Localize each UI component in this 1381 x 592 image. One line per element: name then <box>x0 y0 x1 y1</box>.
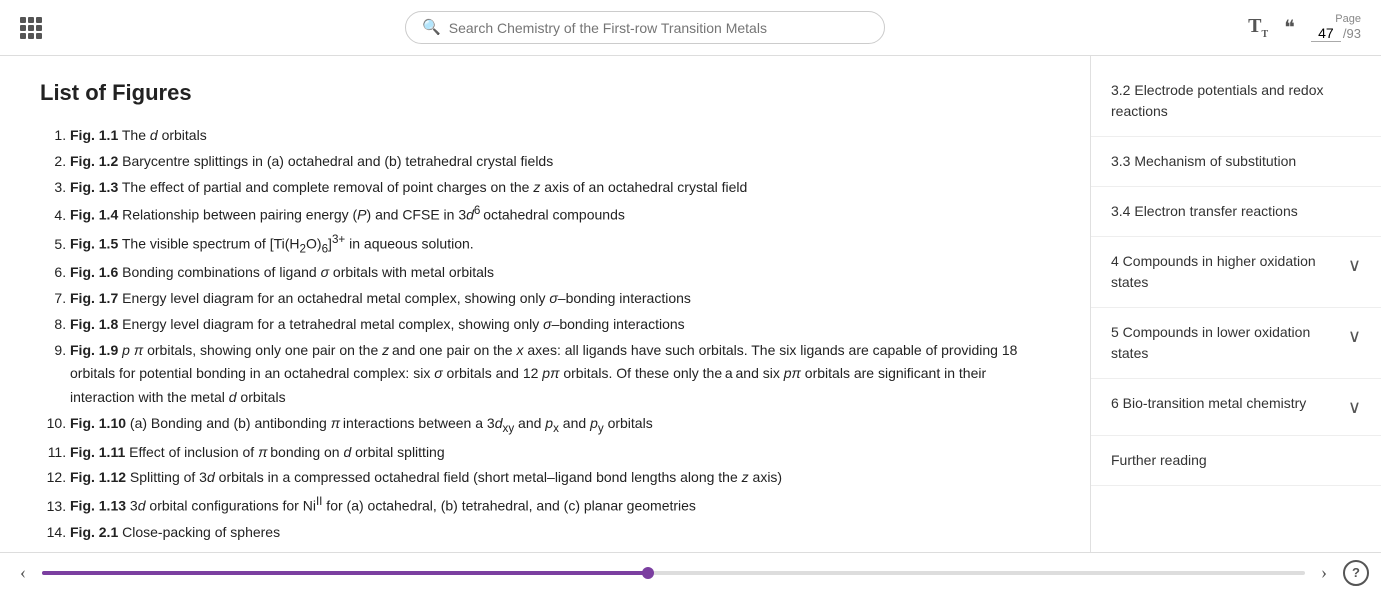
list-item: Fig. 1.4 Relationship between pairing en… <box>70 201 1050 227</box>
font-size-icon[interactable]: TT <box>1248 15 1268 40</box>
sidebar-label: Further reading <box>1111 450 1361 471</box>
help-button[interactable]: ? <box>1343 560 1369 586</box>
figures-list: Fig. 1.1 The d orbitalsFig. 1.2 Barycent… <box>40 124 1050 552</box>
page-total: /93 <box>1343 26 1361 41</box>
sidebar-item-section-3-3[interactable]: 3.3 Mechanism of substitution <box>1091 137 1381 187</box>
prev-arrow[interactable]: ‹ <box>12 562 34 583</box>
list-item: Fig. 2.1 Close-packing of spheres <box>70 521 1050 545</box>
page-title: List of Figures <box>40 80 1050 106</box>
sidebar-item-section-5[interactable]: 5 Compounds in lower oxidation states ∨ <box>1091 308 1381 379</box>
progress-thumb <box>642 567 654 579</box>
list-item: Fig. 1.9 p π orbitals, showing only one … <box>70 339 1050 410</box>
sidebar: 3.2 Electrode potentials and redox react… <box>1091 56 1381 552</box>
list-item: Fig. 1.13 3d orbital configurations for … <box>70 492 1050 518</box>
list-item: Fig. 1.6 Bonding combinations of ligand … <box>70 261 1050 285</box>
search-input[interactable] <box>449 20 868 36</box>
top-bar-right: TT ❝ Page /93 <box>1248 13 1361 42</box>
top-bar: 🔍 TT ❝ Page /93 <box>0 0 1381 56</box>
page-label: Page <box>1335 13 1361 25</box>
list-item: Fig. 1.2 Barycentre splittings in (a) oc… <box>70 150 1050 174</box>
search-bar[interactable]: 🔍 <box>405 11 885 44</box>
sidebar-item-section-6[interactable]: 6 Bio-transition metal chemistry ∨ <box>1091 379 1381 436</box>
list-item: Fig. 1.3 The effect of partial and compl… <box>70 176 1050 200</box>
main-layout: List of Figures Fig. 1.1 The d orbitalsF… <box>0 56 1381 552</box>
sidebar-item-section-4[interactable]: 4 Compounds in higher oxidation states ∨ <box>1091 237 1381 308</box>
sidebar-item-section-further[interactable]: Further reading <box>1091 436 1381 486</box>
sidebar-label: 3.3 Mechanism of substitution <box>1111 151 1361 172</box>
page-number-input[interactable] <box>1311 25 1341 42</box>
next-arrow[interactable]: › <box>1313 562 1335 583</box>
sidebar-label: 3.2 Electrode potentials and redox react… <box>1111 80 1361 122</box>
list-item: Fig. 1.10 (a) Bonding and (b) antibondin… <box>70 412 1050 439</box>
search-icon: 🔍 <box>422 18 441 37</box>
page-info: Page /93 <box>1311 13 1361 42</box>
chevron-down-icon: ∨ <box>1348 323 1361 350</box>
chevron-down-icon: ∨ <box>1348 252 1361 279</box>
quote-icon[interactable]: ❝ <box>1284 15 1295 40</box>
list-item: Fig. 1.1 The d orbitals <box>70 124 1050 148</box>
content-area[interactable]: List of Figures Fig. 1.1 The d orbitalsF… <box>0 56 1091 552</box>
sidebar-label: 3.4 Electron transfer reactions <box>1111 201 1361 222</box>
list-item: Fig. 1.8 Energy level diagram for a tetr… <box>70 313 1050 337</box>
progress-fill <box>42 571 648 575</box>
bottom-bar: ‹ › ? <box>0 552 1381 592</box>
progress-bar[interactable] <box>42 571 1305 575</box>
list-item: Fig. 1.11 Effect of inclusion of π bondi… <box>70 441 1050 465</box>
sidebar-item-section-3-4[interactable]: 3.4 Electron transfer reactions <box>1091 187 1381 237</box>
list-item: Fig. 1.12 Splitting of 3d orbitals in a … <box>70 466 1050 490</box>
top-bar-left <box>20 17 42 39</box>
sidebar-label: 5 Compounds in lower oxidation states <box>1111 322 1340 364</box>
list-item: Fig. 1.5 The visible spectrum of [Ti(H2O… <box>70 230 1050 259</box>
sidebar-label: 6 Bio-transition metal chemistry <box>1111 393 1340 414</box>
list-item: Fig. 1.7 Energy level diagram for an oct… <box>70 287 1050 311</box>
chevron-down-icon: ∨ <box>1348 394 1361 421</box>
sidebar-item-section-3-2[interactable]: 3.2 Electrode potentials and redox react… <box>1091 66 1381 137</box>
grid-menu-icon[interactable] <box>20 17 42 39</box>
sidebar-label: 4 Compounds in higher oxidation states <box>1111 251 1340 293</box>
